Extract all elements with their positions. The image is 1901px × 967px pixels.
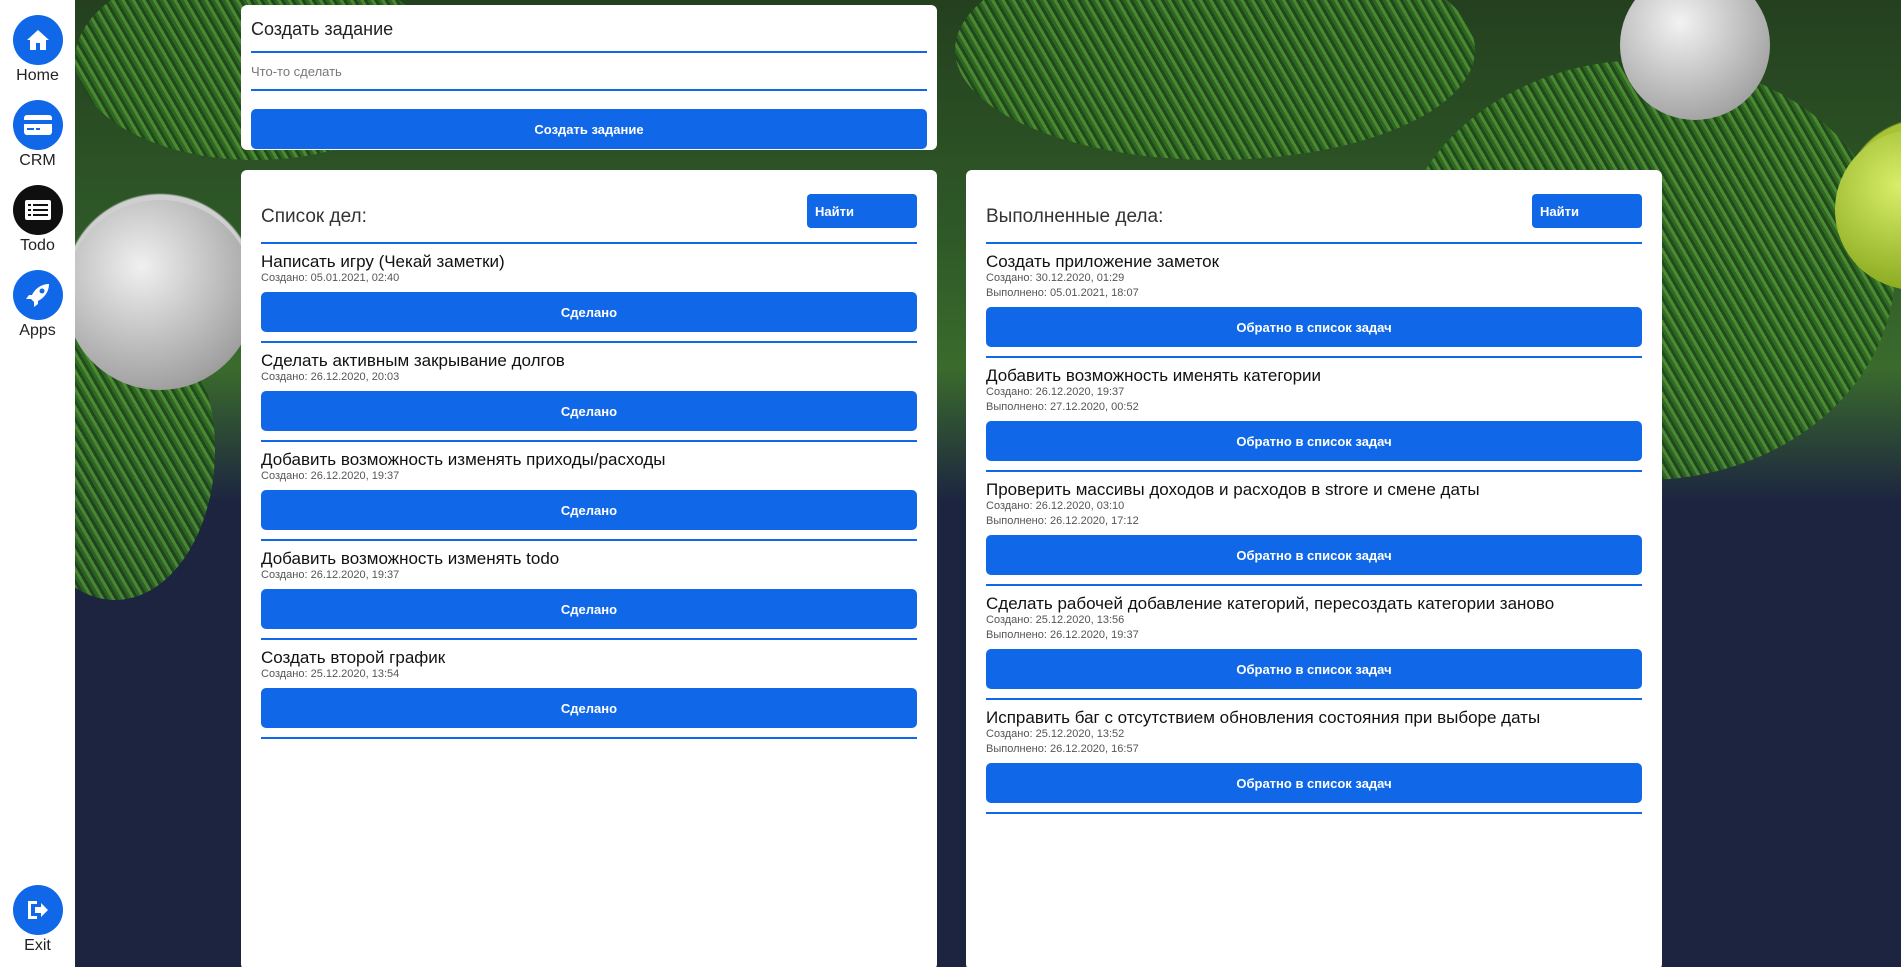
- list-item: Создать приложение заметок Создано: 30.1…: [986, 244, 1642, 358]
- task-completed: Выполнено: 27.12.2020, 00:52: [986, 401, 1139, 413]
- sidebar-item-home[interactable]: Home: [0, 15, 75, 85]
- task-completed: Выполнено: 05.01.2021, 18:07: [986, 287, 1139, 299]
- create-task-button[interactable]: Создать задание: [251, 109, 927, 149]
- todo-find-button[interactable]: Найти: [807, 194, 917, 228]
- list-item: Проверить массивы доходов и расходов в s…: [986, 472, 1642, 586]
- task-completed: Выполнено: 26.12.2020, 17:12: [986, 515, 1139, 527]
- done-button[interactable]: Сделано: [261, 490, 917, 530]
- task-created: Создано: 26.12.2020, 03:10: [986, 500, 1125, 512]
- done-button[interactable]: Сделано: [261, 589, 917, 629]
- done-button[interactable]: Сделано: [261, 391, 917, 431]
- task-created: Создано: 26.12.2020, 20:03: [261, 371, 400, 383]
- todo-list-title: Список дел:: [261, 206, 367, 227]
- rocket-icon: [12, 270, 63, 320]
- task-created: Создано: 26.12.2020, 19:37: [986, 386, 1125, 398]
- sidebar: Home CRM Todo Apps Exit: [0, 0, 75, 967]
- back-to-list-button[interactable]: Обратно в список задач: [986, 307, 1642, 347]
- credit-card-icon: [12, 100, 63, 150]
- sidebar-item-label: CRM: [19, 152, 56, 169]
- exit-icon: [12, 885, 63, 935]
- home-icon: [12, 15, 63, 65]
- create-task-card: Создать задание Создать задание: [241, 5, 937, 150]
- exit-button[interactable]: Exit: [0, 885, 75, 955]
- todo-list-card: Список дел: Найти Написать игру (Чекай з…: [241, 170, 937, 967]
- task-title: Написать игру (Чекай заметки): [261, 252, 505, 271]
- task-title: Сделать рабочей добавление категорий, пе…: [986, 594, 1555, 613]
- pine-branch: [955, 0, 1475, 160]
- task-created: Создано: 25.12.2020, 13:52: [986, 728, 1125, 740]
- done-button[interactable]: Сделано: [261, 688, 917, 728]
- create-task-title: Создать задание: [251, 15, 927, 53]
- done-button[interactable]: Сделано: [261, 292, 917, 332]
- task-title: Добавить возможность изменять приходы/ра…: [261, 450, 666, 469]
- sidebar-item-todo[interactable]: Todo: [0, 185, 75, 255]
- task-title: Сделать активным закрывание долгов: [261, 351, 565, 370]
- task-title: Добавить возможность именять категории: [986, 366, 1322, 385]
- list-item: Сделать активным закрывание долгов Созда…: [261, 343, 917, 442]
- task-completed: Выполнено: 26.12.2020, 16:57: [986, 743, 1139, 755]
- list-item: Исправить баг с отсутствием обновления с…: [986, 700, 1642, 814]
- list-item: Создать второй график Создано: 25.12.202…: [261, 640, 917, 739]
- back-to-list-button[interactable]: Обратно в список задач: [986, 421, 1642, 461]
- sidebar-item-label: Exit: [24, 937, 51, 954]
- task-created: Создано: 30.12.2020, 01:29: [986, 272, 1125, 284]
- sidebar-item-label: Todo: [20, 237, 55, 254]
- done-list-card: Выполненные дела: Найти Создать приложен…: [966, 170, 1662, 967]
- task-title: Проверить массивы доходов и расходов в s…: [986, 480, 1480, 499]
- sidebar-item-crm[interactable]: CRM: [0, 100, 75, 170]
- task-title: Добавить возможность изменять todo: [261, 549, 560, 568]
- task-input[interactable]: [251, 53, 927, 91]
- list-item: Написать игру (Чекай заметки) Создано: 0…: [261, 244, 917, 343]
- task-title: Создать второй график: [261, 648, 446, 667]
- task-created: Создано: 26.12.2020, 19:37: [261, 470, 400, 482]
- task-created: Создано: 25.12.2020, 13:54: [261, 668, 400, 680]
- task-completed: Выполнено: 26.12.2020, 19:37: [986, 629, 1139, 641]
- task-created: Создано: 26.12.2020, 19:37: [261, 569, 400, 581]
- done-list-header: Выполненные дела: Найти: [986, 190, 1642, 244]
- task-title: Создать приложение заметок: [986, 252, 1220, 271]
- task-created: Создано: 25.12.2020, 13:56: [986, 614, 1125, 626]
- task-title: Исправить баг с отсутствием обновления с…: [986, 708, 1541, 727]
- list-icon: [12, 185, 63, 235]
- back-to-list-button[interactable]: Обратно в список задач: [986, 763, 1642, 803]
- list-item: Добавить возможность именять категории С…: [986, 358, 1642, 472]
- sidebar-item-label: Apps: [19, 322, 56, 339]
- ornament-ball: [75, 200, 255, 390]
- done-find-button[interactable]: Найти: [1532, 194, 1642, 228]
- sidebar-item-label: Home: [16, 67, 59, 84]
- back-to-list-button[interactable]: Обратно в список задач: [986, 649, 1642, 689]
- list-item: Добавить возможность изменять todo Созда…: [261, 541, 917, 640]
- task-created: Создано: 05.01.2021, 02:40: [261, 272, 400, 284]
- todo-list-header: Список дел: Найти: [261, 190, 917, 244]
- list-item: Сделать рабочей добавление категорий, пе…: [986, 586, 1642, 700]
- done-list-title: Выполненные дела:: [986, 206, 1164, 227]
- sidebar-item-apps[interactable]: Apps: [0, 270, 75, 340]
- back-to-list-button[interactable]: Обратно в список задач: [986, 535, 1642, 575]
- list-item: Добавить возможность изменять приходы/ра…: [261, 442, 917, 541]
